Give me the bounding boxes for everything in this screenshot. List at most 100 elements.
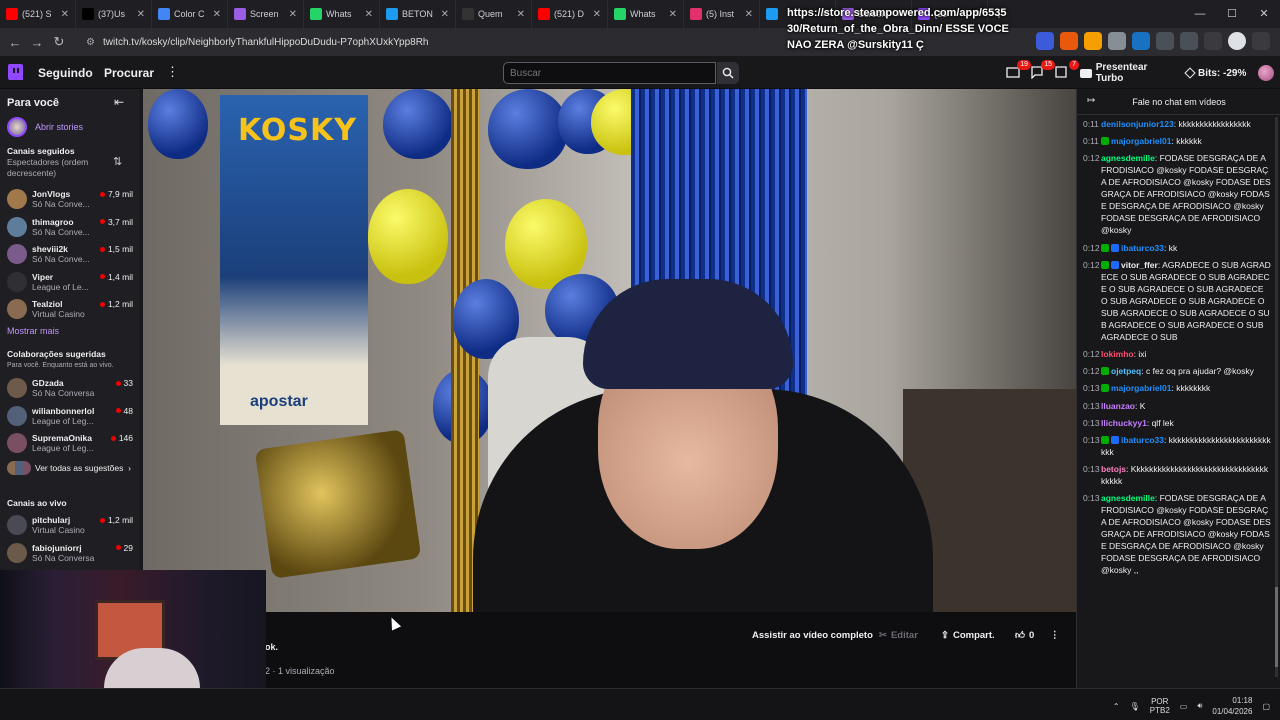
- menu-icon[interactable]: [1252, 32, 1270, 50]
- collapse-sidebar-icon[interactable]: ⇤: [114, 95, 124, 109]
- chat-username[interactable]: ibaturco33: [1121, 435, 1164, 445]
- close-tab-icon[interactable]: ✕: [61, 9, 69, 20]
- extension-icon[interactable]: [1180, 32, 1198, 50]
- twitch-logo-icon[interactable]: [8, 64, 23, 80]
- volume-icon[interactable]: 🔊︎: [1197, 701, 1202, 711]
- browser-tab[interactable]: Whats ✕: [608, 0, 684, 28]
- sidebar-channel[interactable]: pitchularj Virtual Casino 1,2 mil: [7, 512, 133, 538]
- chat-username[interactable]: majorgabriel01: [1111, 383, 1171, 393]
- watch-full-video-button[interactable]: Assistir ao vídeo completo: [752, 627, 873, 643]
- chat-username[interactable]: ojetpeq: [1111, 366, 1141, 376]
- profile-icon[interactable]: [1228, 32, 1246, 50]
- extension-icon[interactable]: [1060, 32, 1078, 50]
- browser-tab[interactable]: Quem ✕: [456, 0, 532, 28]
- notifications-icon[interactable]: 15: [1030, 60, 1055, 81]
- close-tab-icon[interactable]: ✕: [213, 9, 221, 20]
- browser-tab[interactable]: Color C ✕: [152, 0, 228, 28]
- sidebar-channel[interactable]: thimagroo Só Na Conve... 3,7 mil: [7, 214, 133, 240]
- close-tab-icon[interactable]: ✕: [517, 9, 525, 20]
- chat-badge-icon[interactable]: [1111, 435, 1119, 444]
- language-indicator[interactable]: POR PTB2: [1150, 697, 1170, 715]
- close-tab-icon[interactable]: ✕: [441, 9, 449, 20]
- chevron-up-icon[interactable]: ⌃: [1113, 702, 1120, 711]
- sidebar-channel[interactable]: SupremaOnika League of Leg... 146: [7, 430, 133, 456]
- nav-following[interactable]: Seguindo: [38, 66, 93, 80]
- forward-icon[interactable]: →: [26, 35, 48, 50]
- chat-username[interactable]: vitor_ffer: [1121, 260, 1158, 270]
- maximize-icon[interactable]: ☐: [1216, 0, 1248, 28]
- open-stories-button[interactable]: Abrir stories: [7, 117, 83, 137]
- puzzle-icon[interactable]: [1204, 32, 1222, 50]
- edit-button[interactable]: ✂ Editar: [879, 627, 918, 643]
- inbox-icon[interactable]: 19: [1006, 60, 1031, 81]
- back-icon[interactable]: ←: [4, 35, 26, 50]
- sidebar-channel[interactable]: sheviii2k Só Na Conve... 1,5 mil: [7, 241, 133, 267]
- close-tab-icon[interactable]: ✕: [365, 9, 373, 20]
- browser-tab[interactable]: (521) S ✕: [0, 0, 76, 28]
- microphone-icon[interactable]: 🎙︎: [1130, 702, 1140, 711]
- activity-icon[interactable]: 7: [1054, 60, 1079, 81]
- show-more-link[interactable]: Mostrar mais: [7, 326, 59, 336]
- chat-username[interactable]: agnesdemille: [1101, 153, 1155, 163]
- chat-username[interactable]: lokimho: [1101, 349, 1134, 359]
- chat-badge-icon[interactable]: [1101, 137, 1109, 146]
- reload-icon[interactable]: ↻: [48, 34, 70, 50]
- sidebar-channel[interactable]: fabiojuniorrj Só Na Conversa 29: [7, 540, 133, 566]
- share-button[interactable]: ⇪ Compart.: [941, 627, 995, 643]
- nav-browse[interactable]: Procurar: [104, 66, 154, 80]
- chat-badge-icon[interactable]: [1111, 243, 1119, 252]
- extension-icon[interactable]: [1108, 32, 1126, 50]
- site-info-icon[interactable]: ⚙: [86, 37, 95, 48]
- see-all-suggestions[interactable]: Ver todas as sugestões ›: [7, 461, 131, 475]
- browser-tab[interactable]: BETON ✕: [380, 0, 456, 28]
- like-button[interactable]: 👍︎ 0: [1015, 627, 1034, 643]
- scroll-thumb[interactable]: [1275, 587, 1278, 667]
- close-tab-icon[interactable]: ✕: [289, 9, 297, 20]
- browser-tab[interactable]: (5) Inst ✕: [684, 0, 760, 28]
- clip-more-icon[interactable]: ⋮: [1050, 627, 1060, 643]
- bits-button[interactable]: Bits: -29%: [1184, 62, 1246, 84]
- browser-tab[interactable]: (37)Us ✕: [76, 0, 152, 28]
- browser-tab[interactable]: (521) D ✕: [532, 0, 608, 28]
- user-avatar[interactable]: [1258, 65, 1274, 81]
- browser-tab[interactable]: Screen ✕: [228, 0, 304, 28]
- close-icon[interactable]: ✕: [1248, 0, 1280, 28]
- sidebar-channel[interactable]: wilianbonnerlol League of Leg... 48: [7, 403, 133, 429]
- chat-badge-icon[interactable]: [1101, 435, 1109, 444]
- minimize-icon[interactable]: —: [1184, 0, 1216, 28]
- chat-username[interactable]: ibaturco33: [1121, 243, 1164, 253]
- chat-username[interactable]: lluanzao: [1101, 401, 1135, 411]
- sidebar-channel[interactable]: GDzada Só Na Conversa 33: [7, 375, 133, 401]
- chat-badge-icon[interactable]: [1101, 384, 1109, 393]
- chat-username[interactable]: majorgabriel01: [1111, 136, 1171, 146]
- browser-tab[interactable]: Whats ✕: [304, 0, 380, 28]
- chat-badge-icon[interactable]: [1101, 243, 1109, 252]
- extension-icon[interactable]: [1156, 32, 1174, 50]
- more-menu-icon[interactable]: ⋮: [166, 64, 179, 80]
- chat-username[interactable]: betojs: [1101, 464, 1126, 474]
- notification-center-icon[interactable]: ▢: [1262, 702, 1270, 711]
- close-tab-icon[interactable]: ✕: [669, 9, 677, 20]
- close-tab-icon[interactable]: ✕: [745, 9, 753, 20]
- search-button[interactable]: [717, 62, 739, 84]
- clock[interactable]: 01:18 01/04/2026: [1212, 695, 1252, 717]
- gift-turbo-button[interactable]: Presentear Turbo: [1080, 62, 1176, 84]
- close-tab-icon[interactable]: ✕: [137, 9, 145, 20]
- extension-icon[interactable]: [1036, 32, 1054, 50]
- chat-badge-icon[interactable]: [1111, 260, 1119, 269]
- sidebar-channel[interactable]: Tealziol Virtual Casino 1,2 mil: [7, 296, 133, 322]
- close-tab-icon[interactable]: ✕: [593, 9, 601, 20]
- chat-username[interactable]: denilsonjunior123: [1101, 119, 1174, 129]
- sort-icon[interactable]: ⇅: [113, 155, 122, 168]
- video-player[interactable]: KOSKY apostar: [143, 89, 1076, 612]
- sidebar-channel[interactable]: JonVlogs Só Na Conve... 7,9 mil: [7, 186, 133, 212]
- chat-username[interactable]: agnesdemille: [1101, 493, 1155, 503]
- network-icon[interactable]: ▭: [1180, 702, 1188, 711]
- chat-badge-icon[interactable]: [1101, 260, 1109, 269]
- extension-icon[interactable]: [1132, 32, 1150, 50]
- sidebar-channel[interactable]: Viper League of Le... 1,4 mil: [7, 269, 133, 295]
- chat-username[interactable]: llichuckyy1: [1101, 418, 1147, 428]
- chat-badge-icon[interactable]: [1101, 367, 1109, 376]
- url-field[interactable]: ⚙ twitch.tv/kosky/clip/NeighborlyThankfu…: [86, 32, 646, 52]
- collapse-chat-icon[interactable]: ↦: [1087, 95, 1095, 106]
